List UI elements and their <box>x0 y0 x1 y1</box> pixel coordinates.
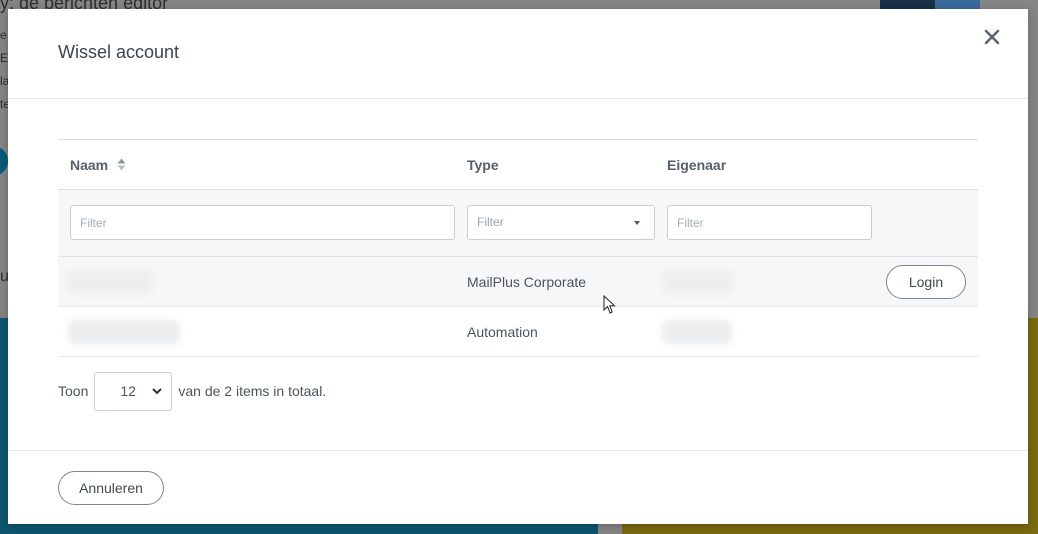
background-circle <box>0 146 8 176</box>
chevron-down-icon <box>152 387 163 394</box>
sort-icon[interactable] <box>117 158 126 171</box>
account-type: MailPlus Corporate <box>467 274 587 290</box>
pager-prefix: Toon <box>58 383 89 399</box>
column-header-type: Type <box>467 157 499 173</box>
mouse-cursor-icon <box>603 295 616 314</box>
cancel-button[interactable]: Annuleren <box>58 471 164 505</box>
type-filter-select[interactable]: Filter <box>467 205 655 240</box>
modal-footer: Annuleren <box>8 450 1028 525</box>
account-type: Automation <box>467 324 538 340</box>
name-filter-input[interactable] <box>70 205 455 240</box>
login-button[interactable]: Login <box>886 265 966 299</box>
redacted-owner <box>662 270 732 294</box>
page-size-value: 12 <box>120 383 136 399</box>
redacted-account-name <box>68 320 180 344</box>
table-row[interactable]: MailPlus Corporate Login <box>58 257 978 307</box>
modal-header: Wissel account <box>8 9 1028 99</box>
modal-title: Wissel account <box>58 42 180 62</box>
table-row[interactable]: Automation <box>58 307 978 357</box>
pagination: Toon 12 van de 2 items in totaal. <box>58 371 326 411</box>
caret-down-icon <box>634 220 640 225</box>
column-header-name[interactable]: Naam <box>70 157 126 173</box>
pager-summary: van de 2 items in totaal. <box>178 383 327 399</box>
owner-filter-input[interactable] <box>667 205 872 240</box>
filter-row: Filter <box>58 190 978 257</box>
column-header-owner: Eigenaar <box>667 157 727 173</box>
redacted-account-name <box>68 270 153 294</box>
redacted-owner <box>662 320 732 344</box>
close-button[interactable] <box>978 23 1006 51</box>
accounts-table: Naam Type Eigenaar Filter MailPlus Corpo… <box>58 139 978 357</box>
close-icon <box>984 29 1000 45</box>
table-header: Naam Type Eigenaar <box>58 139 978 190</box>
type-filter-value: Filter <box>477 215 504 229</box>
page-size-select[interactable]: 12 <box>94 371 173 411</box>
switch-account-modal: Wissel account Naam Type Eigenaar Filter <box>8 9 1028 524</box>
